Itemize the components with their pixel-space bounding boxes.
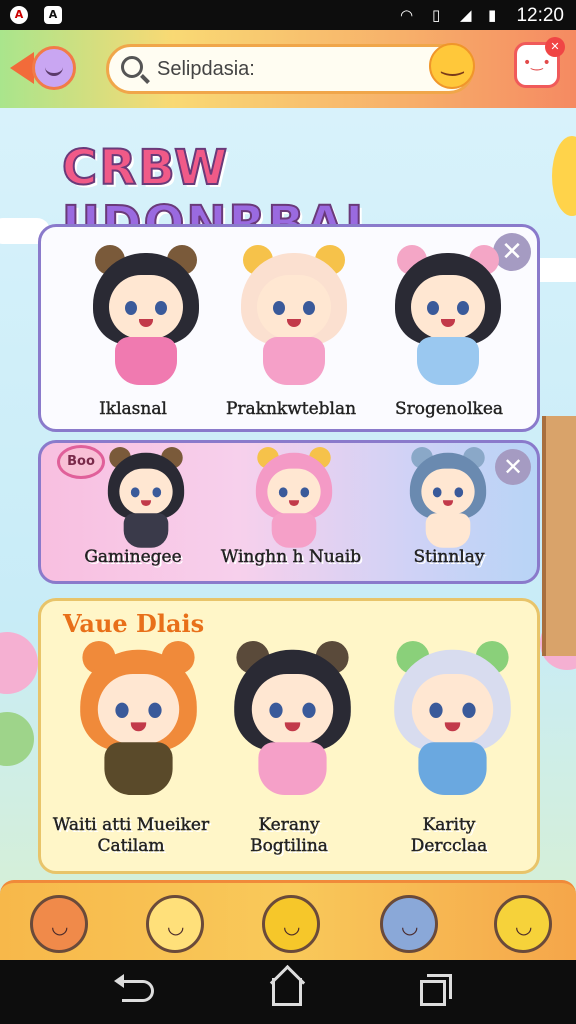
character-panel-3: Vaue Dlais Waiti atti Mueiker Catilam Ke… [38,598,540,874]
back-button[interactable] [10,42,76,94]
character-name: Gaminegee [84,547,182,567]
emoji-icon[interactable] [429,43,475,89]
character-name: Praknkwteblan [225,399,357,419]
system-nav-bar [0,960,576,1024]
character-avatar[interactable] [67,641,210,806]
character-avatar[interactable] [381,641,524,806]
tree [0,712,34,766]
mascot-button[interactable] [262,895,320,953]
character-avatar[interactable] [221,641,364,806]
character-panel-1: ✕ Iklasnal Praknkwteblan Srogenolkea [38,224,540,432]
nav-recents-icon[interactable] [420,974,452,1006]
mascot-button[interactable] [146,895,204,953]
close-icon[interactable]: ✕ [495,449,531,485]
mascot-button[interactable] [30,895,88,953]
character-name: Winghn h Nuaib [220,547,362,567]
app-notification-icon-2: A [44,6,62,24]
mascot-button[interactable] [380,895,438,953]
speech-bubble-tag: Boo [57,445,105,479]
avatar[interactable] [32,46,76,90]
tree [0,632,38,694]
vibrate-icon: ▯ [432,6,441,24]
search-text: Selipdasia: [157,58,255,80]
character-name: Waiti atti Mueiker Catilam [52,815,210,856]
character-avatar[interactable] [81,245,211,395]
app-notification-icon: A [10,6,28,24]
character-name: Srogenolkea [394,399,504,419]
nav-home-icon[interactable] [272,978,302,1006]
play-tower [542,416,576,656]
mascot-tray [0,880,576,960]
clock: 12:20 [516,5,564,26]
back-arrow-icon [10,52,34,84]
character-avatar[interactable] [383,245,513,395]
search-icon[interactable] [121,56,143,78]
notification-badge: ✕ [545,37,565,57]
search-input[interactable]: Selipdasia: [106,43,475,94]
character-name: Iklasnal [99,399,167,419]
battery-icon: ▮ [488,6,497,24]
character-avatar[interactable] [247,447,341,555]
character-name: Karity Dercclaa [410,815,488,856]
signal-icon: ◢ [460,6,472,24]
character-name: Stinnlay [413,547,485,567]
status-bar: A A ◠ ▯ ◢ ▮ 12:20 [0,0,576,30]
top-bar: Selipdasia: ✕ [0,30,576,108]
character-name: Kerany Bogtilina [250,815,328,856]
character-panel-2: Boo ✕ Gaminegee Winghn h Nuaib Stinnlay [38,440,540,584]
character-avatar[interactable] [99,447,193,555]
section-title: Vaue Dlais [63,609,205,638]
character-avatar[interactable] [401,447,495,555]
chat-button[interactable]: ✕ [514,37,565,88]
character-avatar[interactable] [229,245,359,395]
mascot-button[interactable] [494,895,552,953]
sun [552,136,576,216]
nav-back-icon[interactable] [114,974,154,1002]
wifi-icon: ◠ [400,6,414,24]
